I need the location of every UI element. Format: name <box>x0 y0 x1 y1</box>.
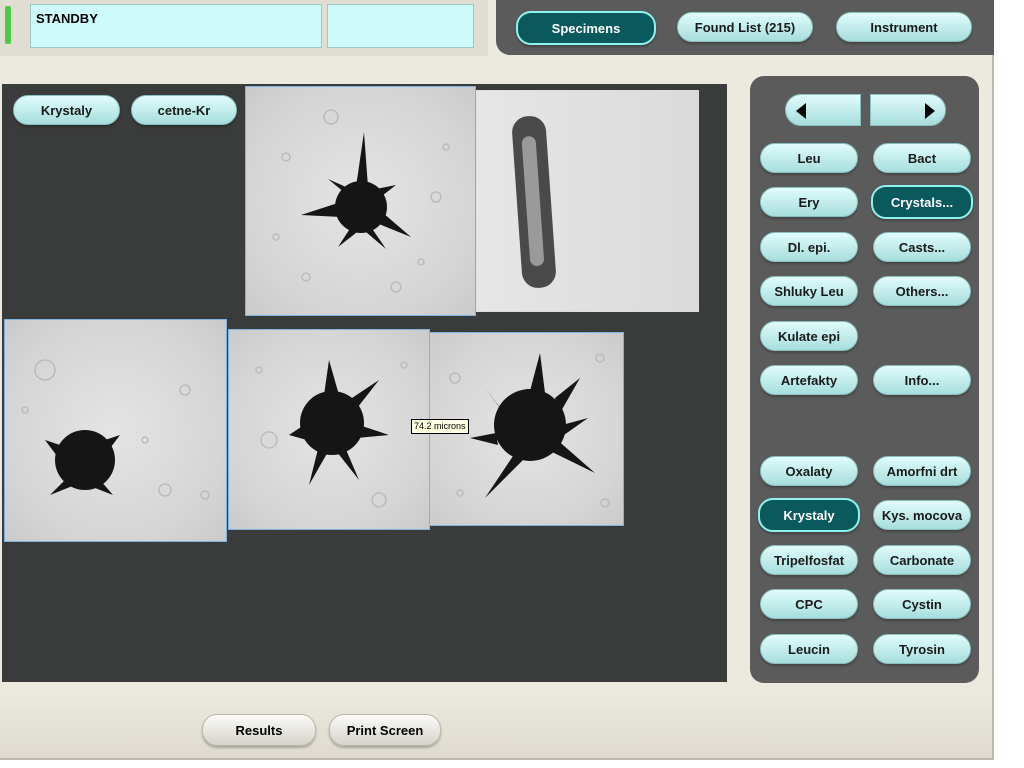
status-box: STANDBY <box>30 4 322 48</box>
status-led <box>5 6 11 44</box>
specimen-image-4[interactable] <box>228 329 430 530</box>
filter-cetne-kr-button[interactable]: cetne-Kr <box>131 95 237 125</box>
sub-tyrosin-button[interactable]: Tyrosin <box>873 634 971 664</box>
sub-carbonate-button[interactable]: Carbonate <box>873 545 971 575</box>
category-shluky-leu-button[interactable]: Shluky Leu <box>760 276 858 306</box>
tab-specimens[interactable]: Specimens <box>516 11 656 45</box>
category-artefakty-button[interactable]: Artefakty <box>760 365 858 395</box>
sub-leucin-button[interactable]: Leucin <box>760 634 858 664</box>
category-leu-button[interactable]: Leu <box>760 143 858 173</box>
crystal-shape-4 <box>255 360 408 508</box>
specimen-image-2[interactable] <box>476 90 699 312</box>
category-casts-button[interactable]: Casts... <box>873 232 971 262</box>
top-tab-bar: Specimens Found List (215) Instrument <box>496 0 994 55</box>
status-area: STANDBY <box>0 0 488 56</box>
image-viewer[interactable]: Krystaly cetne-Kr <box>2 84 727 682</box>
status-box-secondary <box>327 4 474 48</box>
measurement-tooltip: 74.2 microns <box>411 419 469 434</box>
sub-kys-mocova-button[interactable]: Kys. mocova <box>873 500 971 530</box>
filter-krystaly-button[interactable]: Krystaly <box>13 95 120 125</box>
category-dl-epi-button[interactable]: Dl. epi. <box>760 232 858 262</box>
sub-krystaly-button[interactable]: Krystaly <box>758 498 860 532</box>
specimen-image-1[interactable] <box>245 86 476 316</box>
arrow-right-icon <box>925 103 935 119</box>
category-others-button[interactable]: Others... <box>873 276 971 306</box>
sub-cystin-button[interactable]: Cystin <box>873 589 971 619</box>
tab-instrument[interactable]: Instrument <box>836 12 972 42</box>
sub-cpc-button[interactable]: CPC <box>760 589 858 619</box>
tab-found-list[interactable]: Found List (215) <box>677 12 813 42</box>
cast-shape <box>512 116 556 288</box>
results-button[interactable]: Results <box>202 714 316 746</box>
sub-tripelfosfat-button[interactable]: Tripelfosfat <box>760 545 858 575</box>
sub-amorfni-drt-button[interactable]: Amorfni drt <box>873 456 971 486</box>
sub-oxalaty-button[interactable]: Oxalaty <box>760 456 858 486</box>
next-button[interactable] <box>870 94 946 126</box>
previous-button[interactable] <box>785 94 861 126</box>
specimen-image-3[interactable] <box>4 319 227 542</box>
category-kulate-epi-button[interactable]: Kulate epi <box>760 321 858 351</box>
category-ery-button[interactable]: Ery <box>760 187 858 217</box>
crystal-shape-3 <box>21 359 210 500</box>
arrow-left-icon <box>796 103 806 119</box>
category-crystals-button[interactable]: Crystals... <box>871 185 973 219</box>
bottom-bar <box>0 690 992 758</box>
crystal-shape-1 <box>272 109 450 293</box>
status-text: STANDBY <box>36 11 98 26</box>
print-screen-button[interactable]: Print Screen <box>329 714 441 746</box>
category-info-button[interactable]: Info... <box>873 365 971 395</box>
category-bact-button[interactable]: Bact <box>873 143 971 173</box>
